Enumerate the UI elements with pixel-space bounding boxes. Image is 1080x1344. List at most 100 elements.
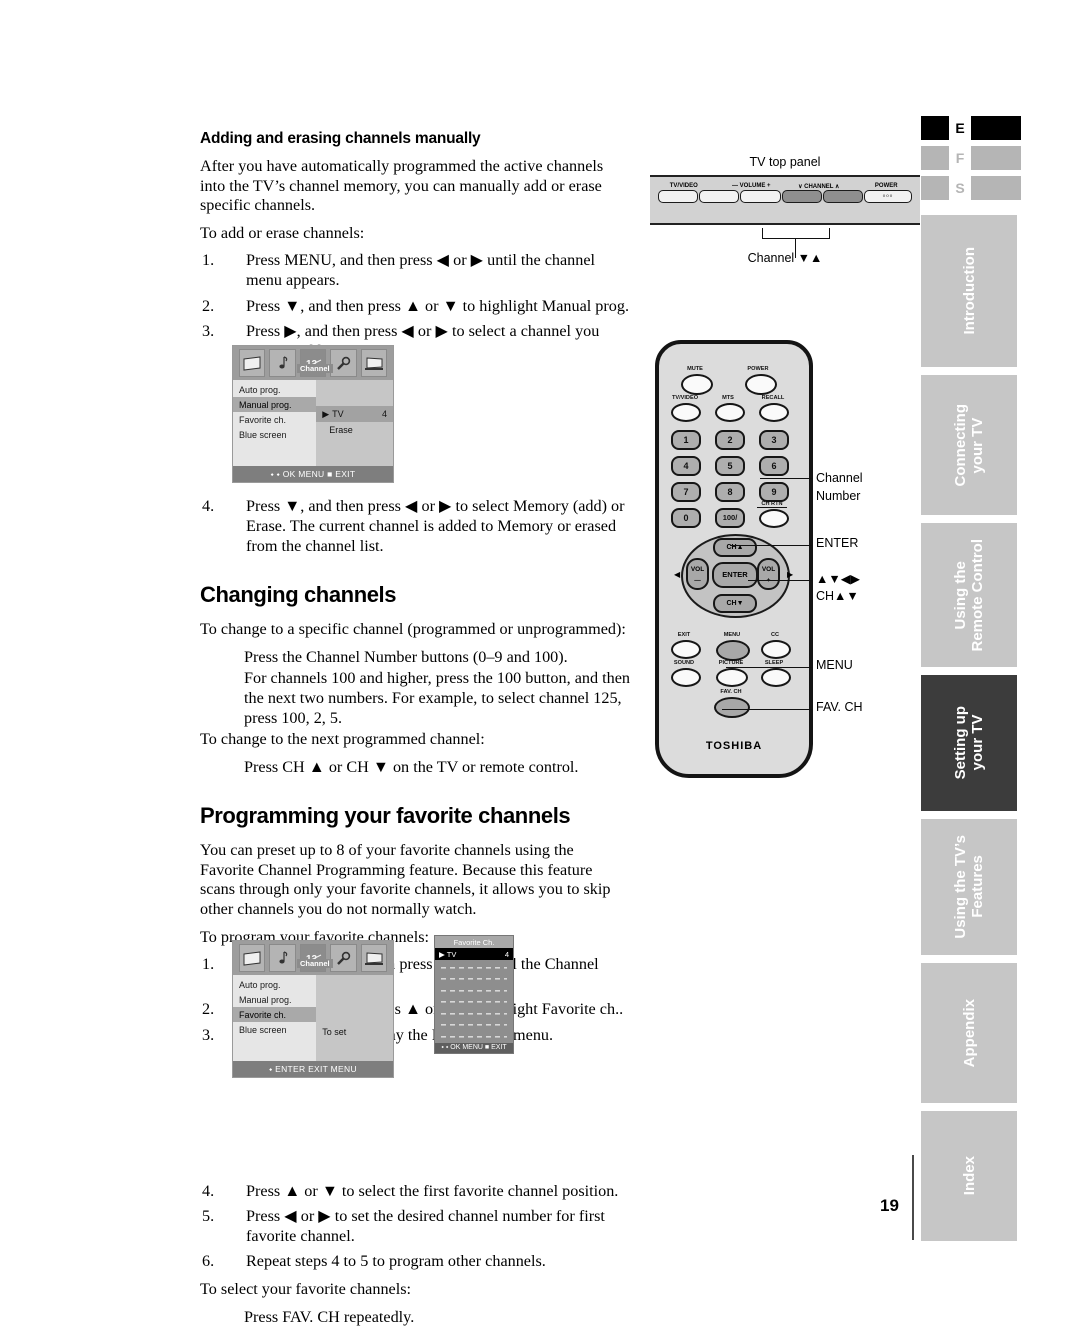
key-8[interactable]: 8: [715, 482, 745, 502]
language-block-right: [971, 176, 1021, 200]
list-item: 4. Press ▲ or ▼ to select the first favor…: [202, 1182, 630, 1202]
list-item: 6. Repeat steps 4 to 5 to program other c…: [202, 1252, 630, 1272]
key-3[interactable]: 3: [759, 430, 789, 450]
tv-panel-bar: TV/VIDEO — VOLUME + ∨ CHANNEL ∧ POWER oo…: [650, 175, 920, 225]
osd-footer-hints: ⬩ ENTER EXIT MENU: [233, 1061, 393, 1077]
callout-fav-ch: FAV. CH: [816, 700, 863, 714]
channel-up-button[interactable]: [822, 190, 864, 203]
step-text: Repeat steps 4 to 5 to program other cha…: [246, 1252, 546, 1271]
favorite-row-empty[interactable]: [441, 1031, 507, 1041]
menu-item-auto-prog[interactable]: Auto prog.: [233, 977, 316, 992]
favorite-row-empty[interactable]: [441, 1008, 507, 1018]
osd-right-panel: ▶ TV 4 Erase: [316, 380, 393, 466]
sidebar-tab-connecting-your-tv[interactable]: Connecting your TV: [921, 375, 1017, 515]
sidebar-tab-label: Introduction: [960, 247, 978, 335]
recall-label: RECALL: [761, 395, 785, 401]
recall-button[interactable]: [759, 403, 789, 422]
favorite-row-empty[interactable]: [441, 974, 507, 983]
ch-down-button[interactable]: CH▼: [713, 594, 757, 613]
menu-item-manual-prog[interactable]: Manual prog.: [233, 397, 317, 412]
favorite-row-empty[interactable]: [441, 1020, 507, 1029]
language-block-left: [921, 176, 949, 200]
label-channel: ∨ CHANNEL ∧: [798, 184, 840, 190]
menu-item-auto-prog[interactable]: Auto prog.: [233, 382, 316, 397]
right-arrow-icon: ▶: [787, 570, 794, 579]
picture-button[interactable]: [716, 668, 748, 687]
tv-video-button[interactable]: [671, 403, 701, 422]
osd-menu-manual-prog: 12 Channel Auto prog. Manual prog. Favor…: [232, 345, 394, 483]
favorite-row-empty[interactable]: [441, 962, 507, 972]
language-tab-f[interactable]: F: [921, 145, 1021, 171]
volume-up-button[interactable]: VOL+: [757, 558, 780, 590]
section3-steps2: 4. Press ▲ or ▼ to select the first favor…: [200, 1182, 630, 1272]
language-tab-s[interactable]: S: [921, 175, 1021, 201]
menu-button[interactable]: [716, 640, 750, 661]
exit-button[interactable]: [671, 640, 701, 659]
channel-down-button[interactable]: [781, 190, 822, 203]
key-100[interactable]: 100/: [715, 508, 745, 528]
ch-up-button[interactable]: CH▲: [713, 538, 757, 557]
mts-button[interactable]: [715, 403, 745, 422]
ch-rtn-button[interactable]: [759, 509, 789, 528]
favorite-row-empty[interactable]: [441, 997, 507, 1006]
setup-wrench-icon: [330, 349, 357, 377]
language-tab-e[interactable]: E: [921, 115, 1021, 141]
enter-button[interactable]: ENTER: [712, 562, 758, 588]
row-label: TV: [446, 949, 457, 959]
label-power: POWER: [874, 183, 898, 189]
osd-row-erase[interactable]: Erase: [316, 422, 393, 437]
section3-intro: You can preset up to 8 of your favorite …: [200, 841, 611, 919]
sidebar-tab-index[interactable]: Index: [921, 1111, 1017, 1241]
key-2[interactable]: 2: [715, 430, 745, 450]
tv-video-button[interactable]: [658, 190, 699, 203]
sound-button[interactable]: [671, 668, 701, 687]
menu-item-favorite-ch[interactable]: Favorite ch.: [233, 412, 316, 427]
osd-right-panel: To set: [316, 975, 393, 1061]
menu-item-blue-screen[interactable]: Blue screen: [233, 1022, 316, 1037]
favorite-row-selected[interactable]: ▶ TV 4: [435, 948, 513, 960]
favorite-row-empty[interactable]: [441, 985, 507, 995]
step-text: Press ◀ or ▶ to set the desired channel …: [246, 1207, 605, 1245]
osd-row-to-set[interactable]: To set: [316, 1024, 393, 1039]
power-button[interactable]: [745, 374, 777, 395]
menu-item-favorite-ch[interactable]: Favorite ch.: [233, 1007, 317, 1022]
audio-note-icon: [269, 349, 296, 377]
key-6[interactable]: 6: [759, 456, 789, 476]
key-0[interactable]: 0: [671, 508, 701, 528]
picture-icon: [239, 349, 266, 377]
fav-ch-button[interactable]: [714, 697, 750, 718]
tv-panel-callout-channel: Channel ▼▲: [747, 251, 823, 265]
osd-body: Auto prog. Manual prog. Favorite ch. Blu…: [233, 975, 393, 1061]
osd-row-tv-channel[interactable]: ▶ TV 4: [316, 406, 393, 422]
page-rule: [912, 1155, 914, 1240]
menu-item-blue-screen[interactable]: Blue screen: [233, 427, 316, 442]
menu-item-manual-prog[interactable]: Manual prog.: [233, 992, 316, 1007]
volume-up-button[interactable]: [740, 190, 781, 203]
key-7[interactable]: 7: [671, 482, 701, 502]
sidebar-tab-using-the-tvs-features[interactable]: Using the TV’s Features: [921, 819, 1017, 955]
sidebar-tab-using-the-remote-control[interactable]: Using the Remote Control: [921, 523, 1017, 667]
section2-sub1a: Press the Channel Number buttons (0–9 an…: [244, 647, 568, 666]
list-item: 2. Press ▼, and then press ▲ or ▼ to high…: [202, 297, 630, 317]
sidebar-tab-setting-up-your-tv[interactable]: Setting up your TV: [921, 675, 1017, 811]
sleep-button[interactable]: [761, 668, 791, 687]
section3-lead2: To select your favorite channels:: [200, 1280, 412, 1298]
cc-button[interactable]: [761, 640, 791, 659]
sidebar-tab-label: Setting up your TV: [952, 706, 986, 780]
mute-label: MUTE: [687, 366, 703, 372]
language-letter: E: [955, 120, 965, 136]
key-4[interactable]: 4: [671, 456, 701, 476]
section2-sub2: Press CH ▲ or CH ▼ on the TV or remote c…: [244, 757, 579, 776]
left-arrow-icon: ◀: [674, 570, 681, 579]
volume-down-button[interactable]: VOL —: [686, 558, 709, 590]
key-5[interactable]: 5: [715, 456, 745, 476]
power-button[interactable]: ooo: [864, 190, 913, 203]
key-1[interactable]: 1: [671, 430, 701, 450]
manual-page: Adding and erasing channels manually Aft…: [0, 0, 1080, 1344]
key-9[interactable]: 9: [759, 482, 789, 502]
volume-down-button[interactable]: [699, 190, 740, 203]
mute-button[interactable]: [681, 374, 713, 395]
cc-label: CC: [770, 632, 780, 638]
sidebar-tab-introduction[interactable]: Introduction: [921, 215, 1017, 367]
sidebar-tab-appendix[interactable]: Appendix: [921, 963, 1017, 1103]
